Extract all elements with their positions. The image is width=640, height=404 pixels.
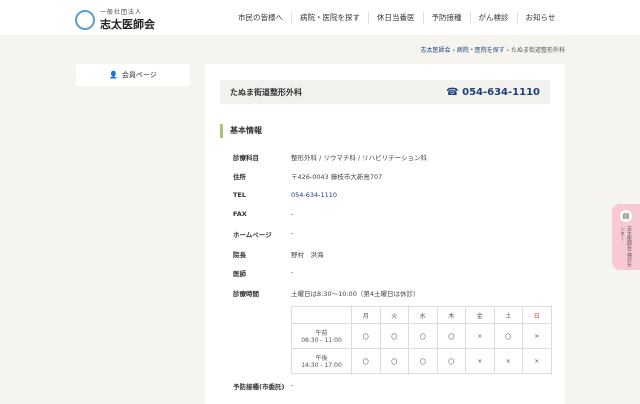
checkup-center-tab[interactable]: ▤ 志太医師会 検診センター	[612, 204, 640, 270]
row-key: 診療時間	[233, 290, 259, 298]
user-icon: 👤	[109, 71, 118, 79]
schedule-header-row: 月火水木金土日	[291, 306, 552, 324]
schedule-cell: 〇	[351, 348, 381, 374]
row-value: 野村 洪海	[291, 251, 324, 259]
schedule-row: 午前 08:30 - 11:00 〇〇〇〇 × 〇 ×	[291, 323, 552, 349]
day-header: 水	[408, 306, 438, 324]
schedule-cell: ×	[522, 323, 552, 349]
clinic-phone[interactable]: ☎ 054-634-1110	[446, 87, 540, 98]
info-row: 住所 〒426-0043 藤枝市大新島707	[233, 171, 382, 181]
row-key: 予防接種(市委託)	[233, 383, 285, 391]
info-row: 診療科目 整形外科 / リウマチ科 / リハビリテーション科	[233, 152, 427, 162]
schedule-cell: 〇	[408, 323, 438, 349]
schedule-cell: ×	[465, 323, 495, 349]
row-key: 診療科目	[233, 154, 259, 162]
schedule-cell: 〇	[436, 348, 466, 374]
member-label: 会員ページ	[121, 71, 157, 79]
header: 一般社団法人 志太医師会 市民の皆様へ 病院・医院を探す 休日当番医 予防接種 …	[0, 0, 640, 35]
schedule-cell: 〇	[351, 323, 381, 349]
row-key: ホームページ	[233, 231, 272, 239]
row-value: -	[291, 229, 294, 237]
info-row: ホームページ -	[233, 229, 293, 239]
logo-main: 志太医師会	[100, 18, 155, 31]
clipboard-icon: ▤	[620, 210, 632, 222]
time-label: 午後 14:30 - 17:00	[291, 348, 352, 374]
logo[interactable]: 一般社団法人 志太医師会	[75, 7, 155, 32]
logo-icon	[75, 9, 95, 30]
schedule-table: 月火水木金土日午前 08:30 - 11:00 〇〇〇〇 × 〇 × 午後 14:30 - 1…	[291, 306, 552, 374]
main-nav: 市民の皆様へ 病院・医院を探す 休日当番医 予防接種 がん検診 お知らせ	[230, 12, 563, 23]
logo-sub: 一般社団法人	[100, 9, 143, 16]
schedule-cell: 〇	[436, 323, 466, 349]
nav-item[interactable]: 予防接種	[422, 12, 470, 23]
schedule-cell: ×	[493, 348, 523, 374]
info-row: FAX -	[233, 210, 293, 218]
clinic-title-bar: たぬま街道整形外科 ☎ 054-634-1110	[220, 80, 550, 104]
nav-item[interactable]: 休日当番医	[368, 12, 423, 23]
phone-number: 054-634-1110	[462, 86, 540, 98]
day-header: 日	[522, 306, 552, 324]
row-value: 整形外科 / リウマチ科 / リハビリテーション科	[291, 154, 428, 162]
breadcrumb-link[interactable]: 志太医師会	[421, 47, 451, 54]
day-header: 金	[465, 306, 495, 324]
row-key: FAX	[233, 210, 247, 218]
day-header: 火	[379, 306, 409, 324]
schedule-cell: 〇	[379, 323, 409, 349]
corner-cell	[291, 306, 352, 324]
row-value[interactable]: 054-634-1110	[291, 191, 337, 199]
time-label: 午前 08:30 - 11:00	[291, 323, 352, 349]
info-row: 予防接種(市委託) -	[233, 381, 293, 391]
breadcrumb-current: たぬま街道整形外科	[510, 47, 565, 54]
nav-item[interactable]: 病院・医院を探す	[291, 12, 368, 23]
member-page-button[interactable]: 👤 会員ページ	[76, 64, 190, 86]
day-header: 土	[493, 306, 523, 324]
day-header: 月	[351, 306, 381, 324]
period: 午後	[315, 355, 328, 362]
row-key: 院長	[233, 251, 246, 259]
hours: 08:30 - 11:00	[301, 337, 342, 344]
section-title: 基本情報	[220, 124, 262, 138]
info-row: TEL 054-634-1110	[233, 191, 337, 199]
row-value: 土曜日は8:30～10:00（第4土曜日は休診）	[291, 290, 420, 298]
row-value: -	[291, 381, 294, 389]
schedule-cell: 〇	[493, 323, 523, 349]
info-row: 医師 -	[233, 268, 293, 278]
nav-item[interactable]: がん検診	[469, 12, 517, 23]
phone-icon: ☎	[446, 86, 463, 98]
schedule-cell: 〇	[408, 348, 438, 374]
nav-item[interactable]: お知らせ	[516, 12, 564, 23]
breadcrumb: 志太医師会 › 病院・医院を探す › たぬま街道整形外科	[420, 47, 565, 54]
period: 午前	[315, 330, 328, 337]
breadcrumb-link[interactable]: 病院・医院を探す	[457, 47, 505, 54]
info-row: 診療時間 土曜日は8:30～10:00（第4土曜日は休診）	[233, 288, 419, 298]
day-header: 木	[436, 306, 466, 324]
info-row: 院長 野村 洪海	[233, 249, 324, 259]
row-key: TEL	[233, 191, 247, 199]
clinic-card: たぬま街道整形外科 ☎ 054-634-1110 基本情報 診療科目 整形外科 /…	[205, 64, 565, 404]
row-value: -	[291, 268, 294, 276]
clinic-name: たぬま街道整形外科	[230, 87, 302, 97]
checkup-center-label: 志太医師会 検診センター	[619, 226, 632, 268]
row-key: 医師	[233, 270, 246, 278]
row-value: -	[291, 210, 294, 218]
nav-item[interactable]: 市民の皆様へ	[230, 12, 291, 23]
schedule-cell: ×	[465, 348, 495, 374]
schedule-cell: 〇	[379, 348, 409, 374]
schedule-row: 午後 14:30 - 17:00 〇〇〇〇 × × ×	[291, 348, 552, 374]
row-value: 〒426-0043 藤枝市大新島707	[291, 173, 383, 181]
row-key: 住所	[233, 173, 246, 181]
schedule-cell: ×	[522, 348, 552, 374]
hours: 14:30 - 17:00	[301, 362, 342, 369]
